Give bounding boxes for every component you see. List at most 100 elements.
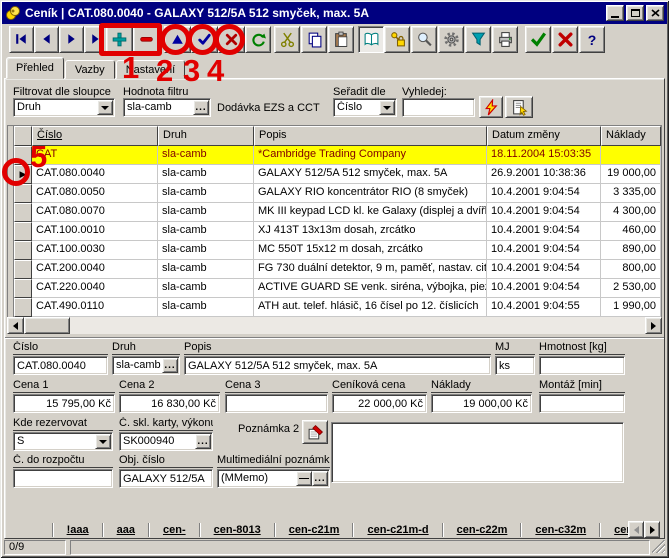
hmotnost-field[interactable] — [539, 356, 625, 375]
next-record-button[interactable] — [59, 26, 84, 53]
table-row[interactable]: CAT.490.0110 sla-camb ATH aut. telef. hl… — [8, 298, 661, 317]
table-row[interactable]: CAT.080.0070 sla-camb MK III keypad LCD … — [8, 203, 661, 222]
table-row[interactable]: CAT.100.0010 sla-camb XJ 413T 13x13m dos… — [8, 222, 661, 241]
scissors-icon — [279, 31, 296, 48]
filter-value-input[interactable]: sla-camb ... — [123, 98, 211, 117]
druh-ellipsis-button[interactable]: ... — [162, 358, 178, 373]
quick-search-button[interactable] — [479, 96, 503, 118]
copy-button[interactable] — [301, 26, 327, 53]
tab-strip: Přehled Vazby Nastavení — [6, 57, 186, 79]
poznamka2-edit-button[interactable] — [302, 420, 328, 444]
table-row[interactable]: CAT.200.0040 sla-camb FG 730 duální dete… — [8, 260, 661, 279]
post-record-button[interactable] — [191, 26, 218, 53]
close-window-button[interactable] — [552, 26, 578, 53]
help-button[interactable]: ? — [579, 26, 605, 53]
mmemo-label: Multimediální poznámka — [217, 454, 330, 468]
cena2-field[interactable] — [119, 394, 220, 413]
cislo-field[interactable] — [13, 356, 108, 375]
delete-record-button[interactable] — [133, 26, 160, 53]
minimize-button[interactable] — [606, 5, 624, 21]
first-record-button[interactable] — [9, 26, 34, 53]
cena1-field[interactable] — [13, 394, 115, 413]
column-header-popis[interactable]: Popis — [254, 126, 487, 146]
scrollbar-thumb[interactable] — [24, 317, 70, 334]
mmemo-ellipsis-button[interactable]: ... — [312, 471, 328, 486]
table-row-current[interactable]: ▶ CAT.080.0040 sla-camb GALAXY 512/5A 51… — [8, 165, 661, 184]
lightning-icon — [483, 99, 500, 116]
lock-button[interactable] — [384, 26, 410, 53]
preset-link[interactable]: cen- — [150, 524, 199, 536]
record-indicator: 0/9 — [4, 540, 66, 555]
title-bar[interactable]: Ceník | CAT.080.0040 - GALAXY 512/5A 512… — [2, 2, 667, 24]
table-row[interactable]: CAT.220.0040 sla-camb ACTIVE GUARD SE ve… — [8, 279, 661, 298]
resize-grip[interactable] — [652, 540, 665, 553]
search-button[interactable] — [411, 26, 437, 53]
maximize-button[interactable] — [626, 5, 644, 21]
skl-karta-ellipsis-button[interactable]: ... — [195, 434, 211, 449]
cena3-field[interactable] — [225, 394, 328, 413]
mj-field[interactable] — [495, 356, 535, 375]
naklady-field[interactable] — [431, 394, 532, 413]
preset-link[interactable]: cen-8013 — [201, 524, 274, 536]
delete-icon — [138, 31, 155, 48]
poznamka2-textarea[interactable] — [331, 422, 624, 483]
add-record-button[interactable] — [106, 26, 133, 53]
table-row[interactable]: CAT sla-camb *Cambridge Trading Company … — [8, 146, 661, 165]
sort-by-select[interactable]: Číslo — [333, 98, 397, 117]
skl-karta-field[interactable]: SK000940 ... — [119, 432, 213, 451]
tab-nastaveni[interactable]: Nastavení — [116, 60, 186, 79]
obj-cislo-field[interactable] — [119, 469, 213, 488]
filter-value-ellipsis-button[interactable]: ... — [193, 100, 209, 115]
cancel-record-button[interactable] — [218, 26, 245, 53]
mmemo-minus-button[interactable]: — — [296, 471, 312, 486]
edit-record-button[interactable] — [164, 26, 191, 53]
column-header-cislo[interactable]: Číslo — [32, 126, 158, 146]
preset-link[interactable]: cen-c22m — [444, 524, 521, 536]
tab-vazby[interactable]: Vazby — [65, 60, 115, 79]
table-row[interactable]: CAT.100.0030 sla-camb MC 550T 15x12 m do… — [8, 241, 661, 260]
filter-column-select[interactable]: Druh — [13, 98, 115, 117]
preset-link[interactable]: cen-c21m-d — [354, 524, 441, 536]
popis-field[interactable] — [184, 356, 491, 375]
montaz-field[interactable] — [539, 394, 625, 413]
preset-link[interactable]: cen-c32m — [522, 524, 599, 536]
column-header-naklady[interactable]: Náklady — [601, 126, 661, 146]
print-button[interactable] — [492, 26, 518, 53]
settings-button[interactable] — [438, 26, 464, 53]
obj-cislo-label: Obj. číslo — [119, 454, 213, 468]
kde-rezervovat-label: Kde rezervovat — [13, 417, 113, 431]
report-button[interactable] — [505, 96, 533, 118]
filter-column-dropdown-button[interactable] — [97, 100, 113, 115]
preset-link[interactable]: cen-c21m — [276, 524, 353, 536]
tab-prehled[interactable]: Přehled — [6, 57, 64, 79]
ok-button[interactable] — [525, 26, 551, 53]
column-header-druh[interactable]: Druh — [158, 126, 254, 146]
kde-rezervovat-dropdown-button[interactable] — [95, 434, 111, 449]
links-scroll-left-button[interactable] — [628, 521, 644, 538]
scroll-right-button[interactable] — [645, 317, 662, 334]
links-scroll-right-button[interactable] — [644, 521, 660, 538]
druh-field[interactable]: sla-camb ... — [112, 356, 180, 375]
refresh-button[interactable] — [245, 26, 271, 53]
cenikova-cena-field[interactable] — [332, 394, 427, 413]
preset-link[interactable]: !aaa — [54, 524, 102, 536]
cut-button[interactable] — [274, 26, 300, 53]
column-header-datum[interactable]: Datum změny — [487, 126, 601, 146]
montaz-label: Montáž [min] — [539, 379, 625, 393]
close-button[interactable] — [646, 5, 664, 21]
filter-button[interactable] — [465, 26, 491, 53]
scroll-left-button[interactable] — [7, 317, 24, 334]
rozpocet-field[interactable] — [13, 469, 113, 488]
search-input[interactable] — [402, 98, 475, 117]
table-row[interactable]: CAT.080.0050 sla-camb GALAXY RIO koncent… — [8, 184, 661, 203]
mmemo-field[interactable]: (MMemo) — ... — [217, 469, 330, 488]
preset-link[interactable]: aaa — [104, 524, 148, 536]
status-message-panel — [70, 540, 650, 555]
grid-horizontal-scrollbar[interactable] — [7, 317, 662, 334]
sort-by-dropdown-button[interactable] — [379, 100, 395, 115]
catalog-book-button[interactable] — [358, 26, 384, 53]
kde-rezervovat-select[interactable]: S — [13, 432, 113, 451]
prior-record-button[interactable] — [34, 26, 59, 53]
scroll-right-icon — [651, 322, 656, 330]
paste-button[interactable] — [328, 26, 354, 53]
